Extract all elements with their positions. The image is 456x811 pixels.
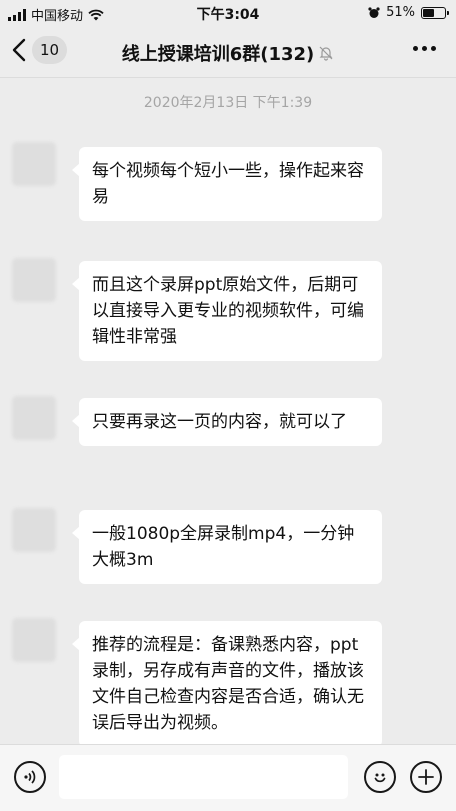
status-bar: 中国移动 下午3:04 51% [0, 0, 456, 26]
more-options-button[interactable] [411, 40, 438, 57]
message-bubble[interactable]: 一般1080p全屏录制mp4，一分钟大概3m [72, 510, 382, 584]
voice-icon [24, 770, 36, 784]
chat-title: 线上授课培训6群(132) [121, 44, 315, 65]
battery-fill [423, 8, 434, 17]
alarm-icon [368, 6, 380, 18]
smiley-icon [374, 773, 386, 783]
plus-icon [418, 769, 434, 785]
message-input[interactable] [59, 755, 348, 799]
more-dot-icon [422, 46, 427, 51]
sender-avatar[interactable] [12, 142, 56, 186]
input-bar [0, 744, 456, 811]
status-right: 51% [368, 5, 449, 20]
chat-messages[interactable]: 2020年2月13日 下午1:39 每个视频每个短小一些，操作起来容易 而且这个… [0, 78, 456, 744]
sender-avatar[interactable] [12, 618, 56, 662]
message-bubble[interactable]: 每个视频每个短小一些，操作起来容易 [72, 147, 382, 221]
message-bubble[interactable]: 推荐的流程是：备课熟悉内容，ppt录制，另存成有声音的文件，播放该文件自己检查内… [72, 621, 382, 744]
mute-bell-icon [319, 46, 333, 61]
message-bubble[interactable]: 而且这个录屏ppt原始文件，后期可以直接导入更专业的视频软件，可编辑性非常强 [72, 261, 382, 361]
more-dot-icon [431, 46, 436, 51]
chat-title-wrap: 线上授课培训6群(132) [0, 40, 456, 66]
battery-percent: 51% [386, 5, 415, 20]
emoji-button[interactable] [364, 761, 396, 793]
message-timestamp: 2020年2月13日 下午1:39 [143, 95, 313, 111]
sender-avatar[interactable] [12, 508, 56, 552]
more-dot-icon [413, 46, 418, 51]
battery-icon [421, 6, 449, 19]
sender-avatar[interactable] [12, 396, 56, 440]
chat-header: 10 线上授课培训6群(132) [0, 26, 456, 78]
voice-button[interactable] [14, 761, 46, 793]
message-bubble[interactable]: 只要再录这一页的内容，就可以了 [72, 398, 382, 446]
sender-avatar[interactable] [12, 258, 56, 302]
more-functions-button[interactable] [410, 761, 442, 793]
